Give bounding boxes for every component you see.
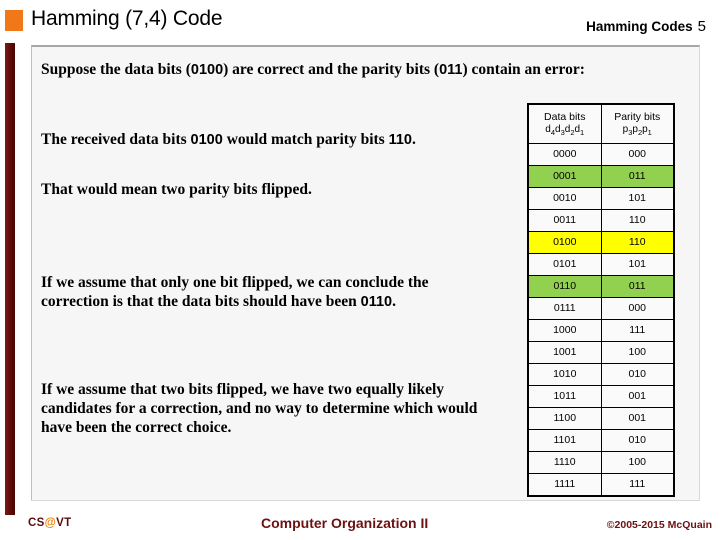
footer-course-name: Computer Organization II (261, 515, 429, 531)
csvt-logo-post: VT (56, 517, 72, 529)
paragraph-one-bit-assumption: If we assume that only one bit flipped, … (41, 273, 491, 312)
table-row: 0001 011 (527, 165, 675, 188)
intro-text-before: Suppose the data bits ( (41, 61, 191, 78)
footer-copyright: ©2005-2015 McQuain (606, 519, 712, 531)
table-row: 1110 100 (527, 451, 675, 474)
table-row: 1011 001 (527, 385, 675, 408)
cell-data-bits: 1110 (527, 451, 602, 474)
paragraph-two-bit-assumption: If we assume that two bits flipped, we h… (41, 381, 478, 436)
footer-divider (31, 500, 700, 501)
para1-data-bits: 0100 (190, 132, 223, 148)
cell-parity-bits: 100 (600, 451, 675, 474)
at-sign-icon: @ (44, 517, 57, 529)
intro-text-middle: ) are correct and the parity bits ( (223, 61, 440, 78)
intro-data-bits: 0100 (190, 62, 224, 78)
table-row: 0100 110 (527, 231, 675, 254)
cell-data-bits: 0110 (527, 275, 602, 298)
intro-text-after: ) contain an error: (462, 61, 585, 78)
table-row: 1100 001 (527, 407, 675, 430)
para3-text-after: . (392, 293, 396, 310)
cell-data-bits: 1001 (527, 341, 602, 364)
cell-parity-bits: 011 (600, 275, 675, 298)
cell-data-bits: 1000 (527, 319, 602, 342)
cell-data-bits: 0001 (527, 165, 602, 188)
header-subject: Hamming Codes (586, 19, 693, 34)
para1-text-middle: would match parity bits (222, 131, 389, 148)
column-header-data-bits: Data bits d4d3d2d1 (527, 103, 602, 144)
slide-root: Hamming (7,4) Code Hamming Codes 5 Suppos… (0, 0, 720, 540)
cell-data-bits: 0111 (527, 297, 602, 320)
para1-text-before: The received data bits (41, 131, 191, 148)
cell-parity-bits: 010 (600, 429, 675, 452)
cell-data-bits: 0101 (527, 253, 602, 276)
cell-parity-bits: 101 (600, 187, 675, 210)
column-header-parity-bits-subscripts: p3p2p1 (622, 123, 652, 137)
table-row: 1000 111 (527, 319, 675, 342)
table-row: 0010 101 (527, 187, 675, 210)
cell-data-bits: 1011 (527, 385, 602, 408)
table-row: 0000 000 (527, 143, 675, 166)
cell-data-bits: 0010 (527, 187, 602, 210)
cell-data-bits: 1100 (527, 407, 602, 430)
hamming-code-table: Data bits d4d3d2d1 Parity bits p3p2p1 00… (527, 103, 675, 497)
left-accent-bar (5, 43, 15, 515)
cell-data-bits: 1101 (527, 429, 602, 452)
cell-parity-bits: 011 (600, 165, 675, 188)
cell-data-bits: 0011 (527, 209, 602, 232)
table-row: 1010 010 (527, 363, 675, 386)
para1-text-after: . (412, 131, 416, 148)
header-subject-and-number: Hamming Codes 5 (586, 18, 706, 35)
cell-parity-bits: 000 (600, 143, 675, 166)
cell-parity-bits: 000 (600, 297, 675, 320)
paragraph-two-parity-flipped: That would mean two parity bits flipped. (41, 181, 312, 198)
table-row: 1001 100 (527, 341, 675, 364)
cell-parity-bits: 100 (600, 341, 675, 364)
title-bullet-square (5, 10, 23, 31)
para3-corrected-bits: 0110 (360, 294, 393, 310)
column-header-parity-bits-label: Parity bits (614, 110, 661, 123)
column-header-data-bits-label: Data bits (544, 110, 586, 123)
cell-data-bits: 1010 (527, 363, 602, 386)
cell-parity-bits: 101 (600, 253, 675, 276)
cell-parity-bits: 010 (600, 363, 675, 386)
cell-data-bits: 1111 (527, 473, 602, 497)
csvt-logo: CS@VT (28, 517, 71, 529)
cell-parity-bits: 001 (600, 385, 675, 408)
intro-parity-bits: 011 (439, 62, 463, 78)
table-row: 0101 101 (527, 253, 675, 276)
cell-parity-bits: 111 (600, 319, 675, 342)
cell-parity-bits: 110 (600, 209, 675, 232)
table-row: 0011 110 (527, 209, 675, 232)
table-row: 0110 011 (527, 275, 675, 298)
table-row: 1101 010 (527, 429, 675, 452)
paragraph-intro: Suppose the data bits (0100) are correct… (41, 60, 641, 80)
paragraph-received-bits: The received data bits 0100 would match … (41, 130, 511, 150)
csvt-logo-pre: CS (28, 517, 45, 529)
table-body: 0000 000 0001 011 0010 101 0011 110 0100 110 0101 1… (527, 143, 675, 497)
cell-parity-bits: 110 (600, 231, 675, 254)
cell-data-bits: 0000 (527, 143, 602, 166)
table-row: 0111 000 (527, 297, 675, 320)
para1-parity-bits: 110 (388, 132, 412, 148)
table-header-row: Data bits d4d3d2d1 Parity bits p3p2p1 (527, 103, 675, 144)
table-row: 1111 111 (527, 473, 675, 497)
column-header-data-bits-subscripts: d4d3d2d1 (545, 123, 585, 137)
cell-data-bits: 0100 (527, 231, 602, 254)
page-title: Hamming (7,4) Code (31, 7, 223, 30)
slide-number: 5 (697, 18, 706, 35)
cell-parity-bits: 111 (600, 473, 675, 497)
cell-parity-bits: 001 (600, 407, 675, 430)
table-header: Data bits d4d3d2d1 Parity bits p3p2p1 (527, 103, 675, 144)
column-header-parity-bits: Parity bits p3p2p1 (600, 103, 675, 144)
